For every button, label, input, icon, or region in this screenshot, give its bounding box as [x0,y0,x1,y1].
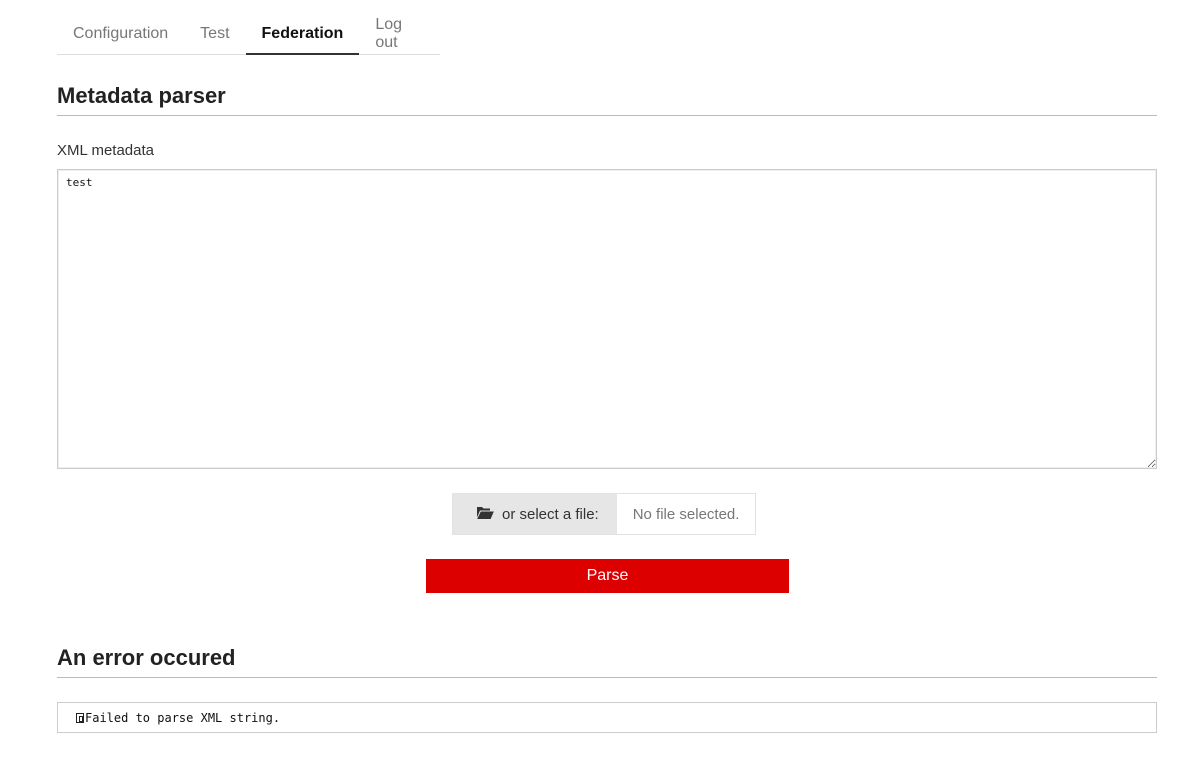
parse-button[interactable]: Parse [426,559,789,593]
unknown-glyph-icon [76,712,84,723]
tab-federation[interactable]: Federation [245,14,360,55]
file-status: No file selected. [616,494,756,534]
select-file-label: or select a file: [502,505,599,523]
tab-configuration[interactable]: Configuration [57,14,184,53]
metadata-parser-title: Metadata parser [57,83,1157,116]
tab-test[interactable]: Test [184,14,245,53]
tab-bar: Configuration Test Federation Log out [57,14,440,55]
folder-open-icon [477,506,502,523]
tab-logout[interactable]: Log out [359,14,440,53]
file-picker: or select a file: No file selected. [452,493,757,535]
xml-metadata-label: XML metadata [57,142,154,159]
error-message: Failed to parse XML string. [85,710,281,725]
select-file-button[interactable]: or select a file: [453,494,617,534]
error-title: An error occured [57,645,1157,678]
error-message-box: Failed to parse XML string. [57,702,1157,733]
xml-metadata-input[interactable]: test [57,169,1157,469]
page: Configuration Test Federation Log out Me… [0,0,1184,760]
